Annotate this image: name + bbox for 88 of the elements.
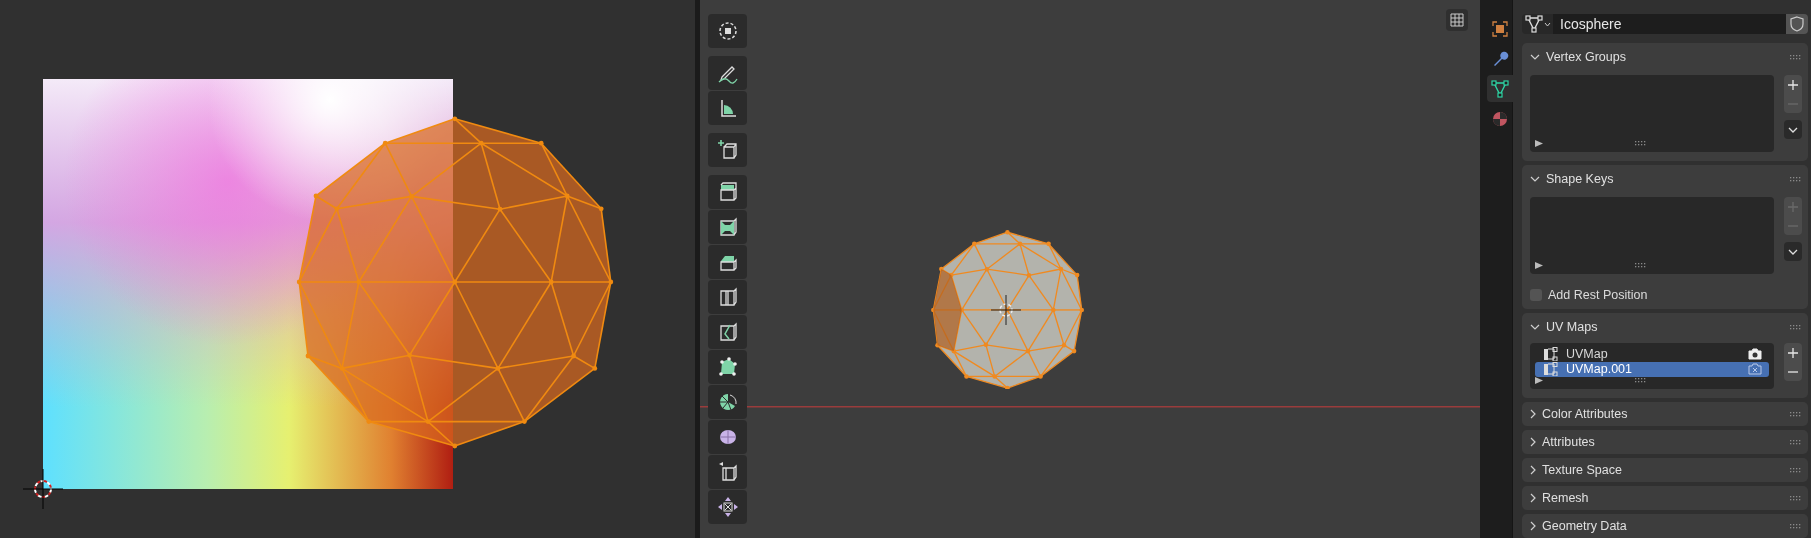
chevron-down-icon <box>1788 248 1798 255</box>
panel-title: Attributes <box>1542 435 1596 449</box>
panel-header[interactable]: Color Attributes <box>1530 402 1802 426</box>
add-button[interactable] <box>1784 343 1802 362</box>
checkbox-label: Add Rest Position <box>1548 288 1648 302</box>
panel-title: Remesh <box>1542 491 1590 505</box>
tool-button[interactable] <box>708 350 747 384</box>
list-item[interactable]: UVMap.001 <box>1535 361 1769 377</box>
mesh-triangle-icon <box>1491 79 1509 98</box>
expand-triangle-icon <box>1535 377 1543 385</box>
cursor-icon <box>716 20 739 42</box>
grip-icon <box>1790 176 1802 182</box>
specials-menu-button[interactable] <box>1784 120 1802 139</box>
grip-icon <box>1790 495 1802 501</box>
polygon-icon <box>716 356 739 378</box>
tool-button[interactable] <box>708 280 747 314</box>
grid-toggle-button[interactable] <box>1446 9 1468 31</box>
mesh-name-field[interactable]: Icosphere <box>1553 14 1786 34</box>
grip-icon <box>1635 140 1647 146</box>
chevron-down-icon <box>1530 324 1540 330</box>
grip-icon <box>1790 411 1802 417</box>
chevron-down-icon <box>1543 21 1551 27</box>
chevron-right-icon <box>1530 437 1536 447</box>
grip-icon <box>1790 523 1802 529</box>
chevron-down-icon <box>1530 176 1540 182</box>
plus-icon <box>1788 347 1798 358</box>
panel-title: Texture Space <box>1542 463 1623 477</box>
fake-user-button[interactable] <box>1786 14 1808 34</box>
expand-triangle-icon <box>1535 139 1543 147</box>
plus-icon <box>1788 201 1798 212</box>
chevron-right-icon <box>1530 493 1536 503</box>
cursor-icon <box>22 468 64 510</box>
tool-button[interactable] <box>708 91 747 125</box>
panel-header[interactable]: Remesh <box>1530 486 1802 510</box>
uv-map-icon <box>1543 347 1559 362</box>
panel-title: Vertex Groups <box>1546 50 1627 64</box>
tool-button[interactable] <box>708 420 747 454</box>
list-item-label: UVMap.001 <box>1566 362 1633 377</box>
tool-button[interactable] <box>708 245 747 279</box>
tool-button[interactable] <box>708 315 747 349</box>
uv-map-icon <box>1543 362 1559 377</box>
cursor-icon <box>991 295 1021 325</box>
panel-header[interactable]: Attributes <box>1530 430 1802 454</box>
cube-plus-icon <box>716 139 739 161</box>
list-item[interactable]: UVMap <box>1535 347 1769 362</box>
move-arrows-icon <box>716 496 739 518</box>
tool-button[interactable] <box>708 175 747 209</box>
tool-button[interactable] <box>708 455 747 489</box>
object-square-icon <box>1491 19 1509 38</box>
chevron-right-icon <box>1530 521 1536 531</box>
panel-header[interactable]: Geometry Data <box>1530 514 1802 538</box>
tool-button[interactable] <box>708 56 747 90</box>
material-sphere-icon <box>1491 109 1509 128</box>
grid-icon <box>1450 13 1464 27</box>
grip-icon <box>1790 54 1802 60</box>
panel-header[interactable]: Texture Space <box>1530 458 1802 482</box>
tool-button[interactable] <box>708 14 747 48</box>
panel-title: UV Maps <box>1546 320 1599 334</box>
add-button[interactable] <box>1784 75 1802 94</box>
grip-icon <box>1790 467 1802 473</box>
grip-icon <box>1635 262 1647 268</box>
mesh-triangle-icon <box>1524 15 1543 33</box>
grip-icon <box>1790 324 1802 330</box>
panel-title: Color Attributes <box>1542 407 1629 421</box>
panel-header[interactable]: UV Maps <box>1530 313 1802 341</box>
chevron-down-icon <box>1788 126 1798 133</box>
add-rest-position-checkbox[interactable]: Add Rest Position <box>1530 283 1648 309</box>
specials-menu-button[interactable] <box>1784 242 1802 261</box>
chevron-right-icon <box>1530 409 1536 419</box>
grip-icon <box>1635 378 1647 384</box>
remove-button[interactable] <box>1784 362 1802 381</box>
list-item-label: UVMap <box>1566 347 1609 362</box>
panel-title: Geometry Data <box>1542 519 1628 533</box>
data-type-dropdown[interactable] <box>1522 14 1553 34</box>
chevron-down-icon <box>1530 54 1540 60</box>
properties-tab[interactable] <box>1487 75 1513 102</box>
panel-title: Shape Keys <box>1546 172 1615 186</box>
grip-icon <box>1790 439 1802 445</box>
chevron-right-icon <box>1530 465 1536 475</box>
panel-header[interactable]: Shape Keys <box>1530 165 1802 193</box>
tool-button[interactable] <box>708 210 747 244</box>
shield-icon <box>1790 16 1804 32</box>
tool-button[interactable] <box>708 385 747 419</box>
panel-header[interactable]: Vertex Groups <box>1530 43 1802 71</box>
tool-button[interactable] <box>708 133 747 167</box>
plus-icon <box>1788 79 1798 90</box>
expand-triangle-icon <box>1535 261 1543 269</box>
tool-button[interactable] <box>708 490 747 524</box>
